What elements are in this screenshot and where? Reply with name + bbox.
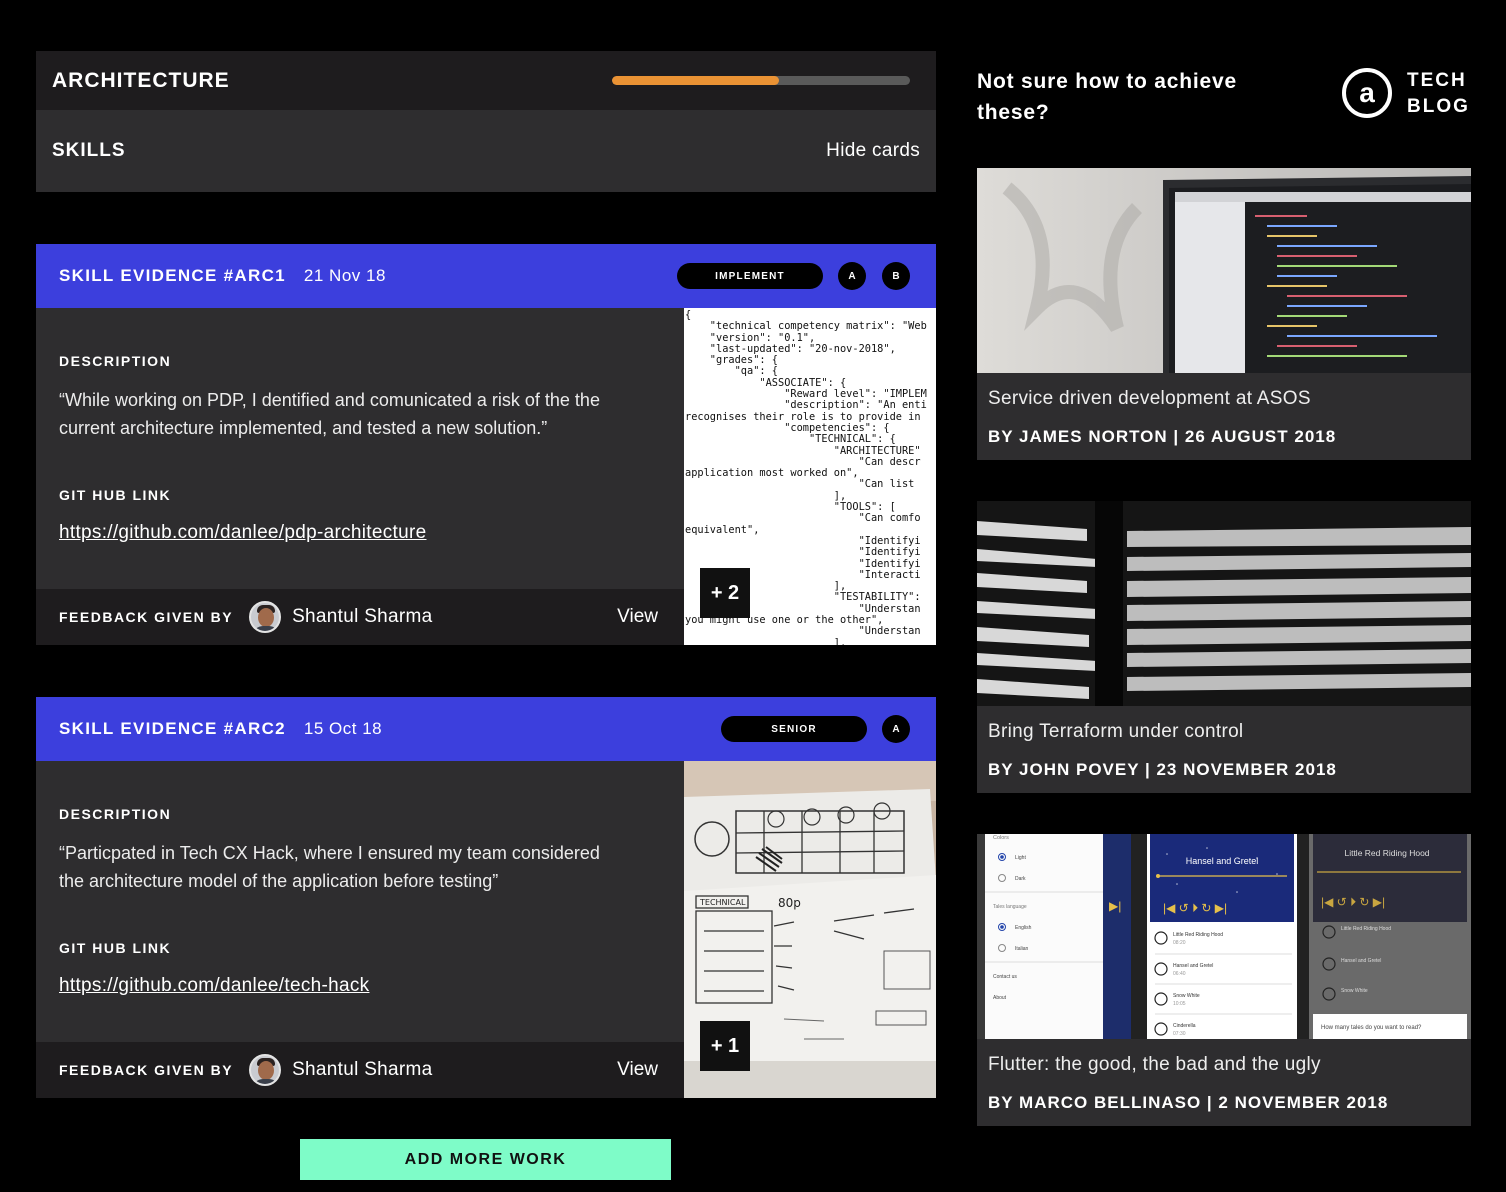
description-label: DESCRIPTION [59,806,172,822]
flutter-dark-label: Dark [1015,876,1026,882]
flutter-italian-label: Italian [1015,946,1029,952]
flutter-list-time: 08:20 [1173,940,1186,946]
flutter-about-label: About [993,995,1007,1001]
feedback-label: FEEDBACK GIVEN BY [59,609,234,625]
blog-post-meta: BY MARCO BELLINASO | 2 NOVEMBER 2018 [988,1093,1389,1112]
card-footer: FEEDBACK GIVEN BY Shantul Sharma View [36,1042,684,1098]
svg-text:|◀ ↺ ⏵ ↻ ▶|: |◀ ↺ ⏵ ↻ ▶| [1321,895,1385,909]
level-badge: SENIOR [721,716,867,742]
card-body: DESCRIPTION “Particpated in Tech CX Hack… [36,761,936,1098]
blog-post-info: Service driven development at ASOS BY JA… [977,373,1471,460]
flutter-hansel-title: Hansel and Gretel [1186,856,1259,866]
evidence-image[interactable]: { "technical competency matrix": "Web "v… [684,308,936,645]
tech-blog-logo-icon[interactable]: a [1342,68,1392,118]
github-link[interactable]: https://github.com/danlee/pdp-architectu… [59,522,426,544]
section-header: ARCHITECTURE [36,51,936,110]
view-feedback-link[interactable]: View [617,1059,658,1081]
skill-evidence-card: SKILL EVIDENCE #ARC1 21 Nov 18 IMPLEMENT… [36,244,936,645]
tech-blog-logo-text[interactable]: TECH BLOG [1407,68,1470,120]
more-images-button[interactable]: + 2 [700,568,750,618]
github-link-label: GIT HUB LINK [59,940,172,956]
flutter-question: How many tales do you want to read? [1321,1025,1422,1031]
flutter-language-label: Tales language [993,904,1027,910]
blog-post-meta: BY JAMES NORTON | 26 AUGUST 2018 [988,427,1337,446]
flutter-list-time: 06:40 [1173,971,1186,977]
flutter-list-item: Cinderella [1173,1023,1196,1029]
flutter-english-label: English [1015,925,1032,931]
progress-fill [612,76,779,85]
flutter-contact-label: Contact us [993,974,1017,980]
flutter-colors-label: Colors [993,835,1009,841]
card-content: DESCRIPTION “While working on PDP, I den… [36,308,684,645]
flutter-red-title: Little Red Riding Hood [1344,848,1429,858]
blog-post-meta: BY JOHN POVEY | 23 NOVEMBER 2018 [988,760,1337,779]
svg-text:▶|: ▶| [1109,899,1121,913]
skills-title: SKILLS [52,140,126,161]
card-header: SKILL EVIDENCE #ARC2 15 Oct 18 SENIOR A [36,697,936,761]
description-text: “Particpated in Tech CX Hack, where I en… [59,843,600,891]
feedback-label: FEEDBACK GIVEN BY [59,1062,234,1078]
skill-evidence-card: SKILL EVIDENCE #ARC2 15 Oct 18 SENIOR A … [36,697,936,1098]
blog-post-title: Flutter: the good, the bad and the ugly [988,1054,1321,1075]
card-body: DESCRIPTION “While working on PDP, I den… [36,308,936,645]
blog-post-info: Flutter: the good, the bad and the ugly … [977,1039,1471,1126]
skills-panel: ARCHITECTURE SKILLS Hide cards SKILL EVI… [36,51,936,1098]
skills-bar: SKILLS Hide cards [36,110,936,192]
card-date: 21 Nov 18 [303,266,386,285]
view-feedback-link[interactable]: View [617,606,658,628]
feedback-name: Shantul Sharma [292,1059,433,1080]
flutter-list-time: 07:30 [1173,1031,1186,1037]
evidence-image[interactable]: TECHNICAL 80p + 1 [684,761,936,1098]
blog-post-card[interactable]: Bring Terraform under control BY JOHN PO… [977,501,1471,793]
hide-cards-button[interactable]: Hide cards [826,140,920,162]
card-content: DESCRIPTION “Particpated in Tech CX Hack… [36,761,684,1098]
level-badge: IMPLEMENT [677,263,823,289]
github-link-label: GIT HUB LINK [59,487,172,503]
svg-text:|◀ ↺ ⏵ ↻ ▶|: |◀ ↺ ⏵ ↻ ▶| [1163,901,1227,915]
add-more-work-button[interactable]: ADD MORE WORK [300,1139,671,1180]
sketch-label: TECHNICAL [699,898,746,907]
card-title: SKILL EVIDENCE #ARC1 [59,266,286,285]
blog-post-info: Bring Terraform under control BY JOHN PO… [977,706,1471,793]
card-footer: FEEDBACK GIVEN BY Shantul Sharma View [36,589,684,645]
blog-post-title: Service driven development at ASOS [988,388,1311,409]
avatar [249,601,282,633]
blog-post-image [977,168,1471,373]
flutter-light-label: Light [1015,855,1026,861]
description-label: DESCRIPTION [59,353,172,369]
github-link[interactable]: https://github.com/danlee/tech-hack [59,975,369,997]
flutter-list-item: Hansel and Gretel [1173,963,1213,969]
more-images-button[interactable]: + 1 [700,1021,750,1071]
flutter-list-item: Snow White [1341,988,1368,994]
feedback-name: Shantul Sharma [292,606,433,627]
flutter-list-item: Little Red Riding Hood [1341,926,1391,932]
blog-post-title: Bring Terraform under control [988,721,1244,742]
description-text: “While working on PDP, I dentified and c… [59,390,600,438]
blog-post-card[interactable]: Service driven development at ASOS BY JA… [977,168,1471,460]
blog-post-image [977,501,1471,706]
avatar [249,1054,282,1086]
blog-post-image: Colors Light Dark Tales language English… [977,834,1471,1039]
grade-badge: A [838,262,866,290]
card-header: SKILL EVIDENCE #ARC1 21 Nov 18 IMPLEMENT… [36,244,936,308]
grade-badge: A [882,715,910,743]
flutter-list-item: Little Red Riding Hood [1173,932,1223,938]
blog-heading: Not sure how to achieve these? [977,70,1237,124]
progress-bar [612,76,910,85]
card-date: 15 Oct 18 [303,719,383,738]
grade-badge: B [882,262,910,290]
blog-post-card[interactable]: Colors Light Dark Tales language English… [977,834,1471,1126]
flutter-list-time: 10:05 [1173,1001,1186,1007]
sketch-note: 80p [778,896,801,910]
card-title: SKILL EVIDENCE #ARC2 [59,719,286,738]
section-title: ARCHITECTURE [52,68,230,92]
flutter-list-item: Snow White [1173,993,1200,999]
flutter-list-item: Hansel and Gretel [1341,958,1381,964]
